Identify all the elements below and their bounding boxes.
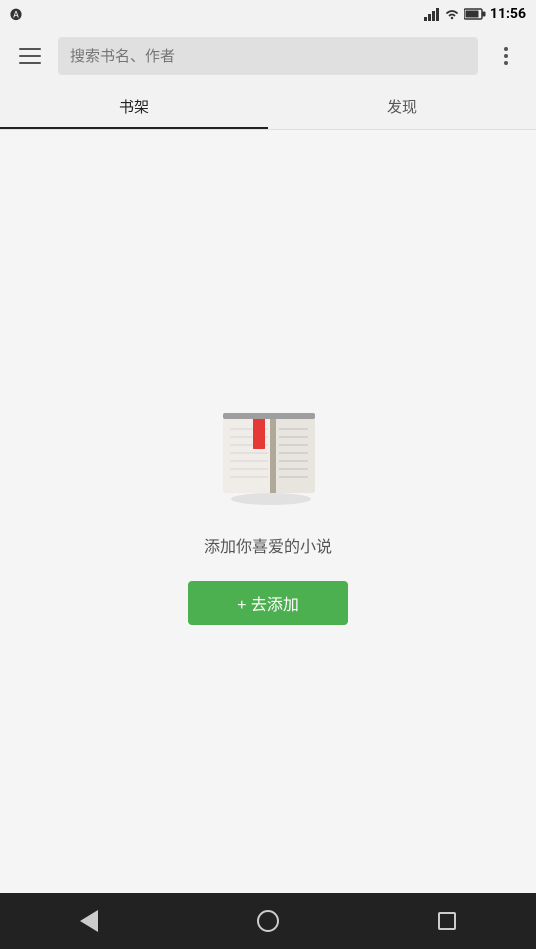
nav-bar bbox=[0, 893, 536, 949]
status-bar-left: 🅐 bbox=[10, 6, 22, 23]
tab-bookshelf[interactable]: 书架 bbox=[0, 84, 268, 129]
more-icon bbox=[504, 47, 508, 65]
status-bar: 🅐 11:56 bbox=[0, 0, 536, 28]
book-svg bbox=[203, 399, 333, 509]
more-button[interactable] bbox=[486, 36, 526, 76]
search-bar[interactable] bbox=[58, 37, 478, 75]
tab-discover[interactable]: 发现 bbox=[268, 84, 536, 129]
home-button[interactable] bbox=[243, 896, 293, 946]
android-icon: 🅐 bbox=[10, 6, 22, 23]
recents-icon bbox=[438, 912, 456, 930]
home-icon bbox=[257, 910, 279, 932]
search-input[interactable] bbox=[70, 48, 466, 65]
top-bar bbox=[0, 28, 536, 84]
status-bar-right: 11:56 bbox=[424, 6, 526, 22]
menu-button[interactable] bbox=[10, 36, 50, 76]
back-icon bbox=[80, 910, 98, 932]
back-button[interactable] bbox=[64, 896, 114, 946]
add-book-button[interactable]: + 去添加 bbox=[188, 581, 348, 625]
hamburger-icon bbox=[19, 48, 41, 64]
tabs: 书架 发现 bbox=[0, 84, 536, 130]
recents-button[interactable] bbox=[422, 896, 472, 946]
wifi-icon bbox=[444, 7, 460, 21]
book-illustration bbox=[203, 399, 333, 509]
main-content: 添加你喜爱的小说 + 去添加 bbox=[0, 130, 536, 893]
battery-icon bbox=[464, 8, 486, 20]
empty-state-description: 添加你喜爱的小说 bbox=[204, 533, 332, 557]
status-time: 11:56 bbox=[490, 6, 526, 22]
signal-icon bbox=[424, 7, 440, 21]
